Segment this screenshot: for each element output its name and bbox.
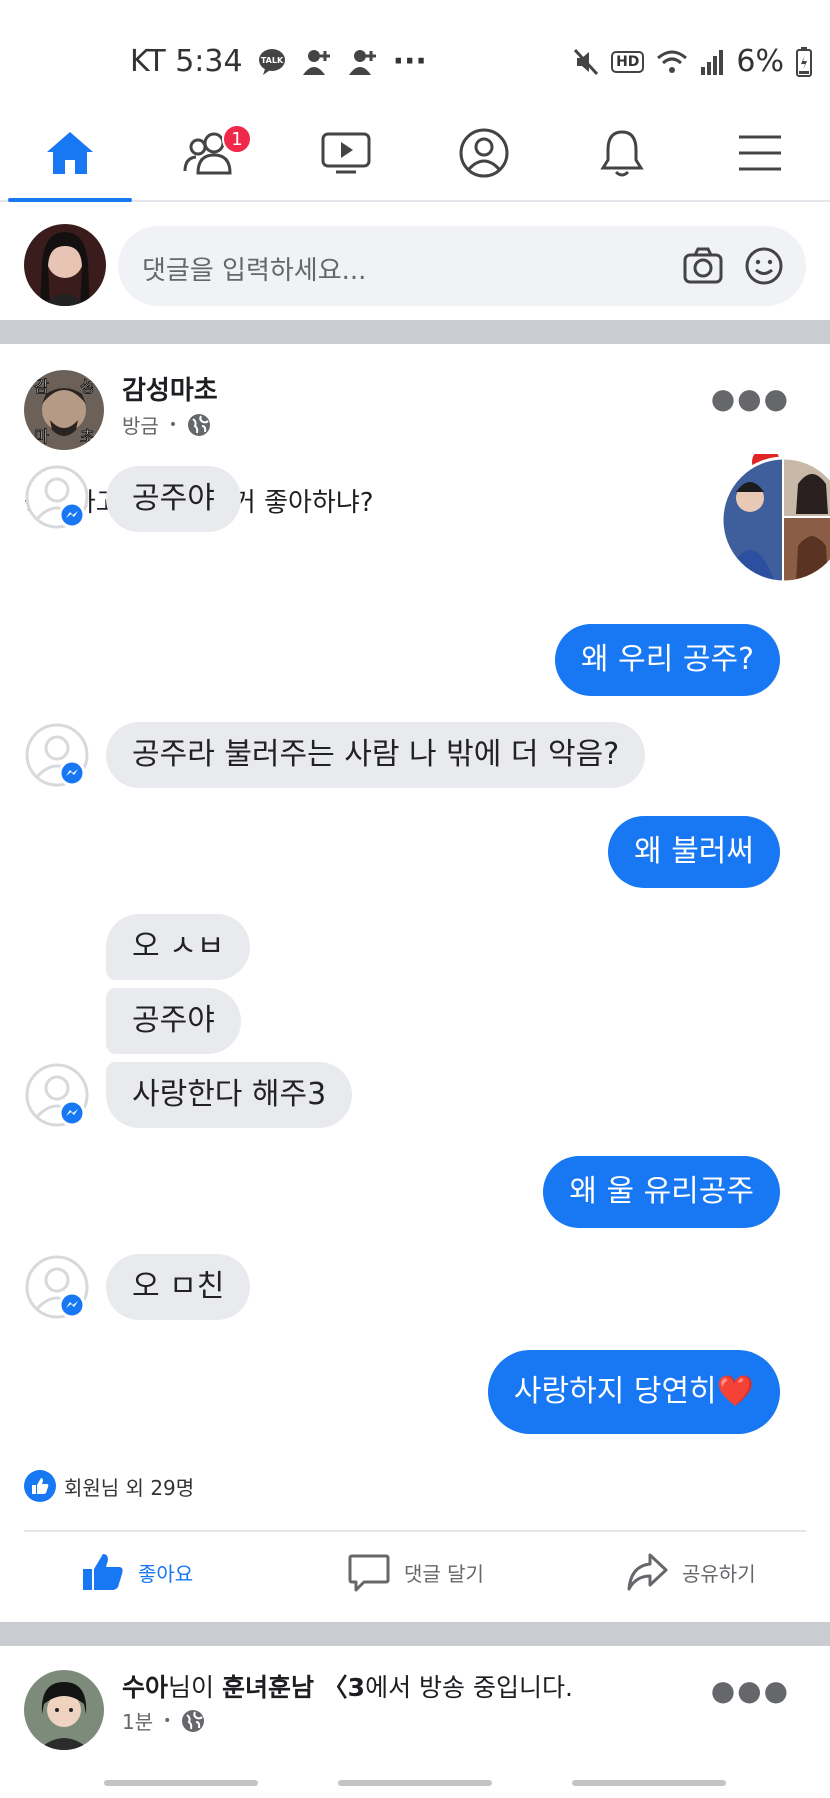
meta-separator: • [168,416,178,433]
live-user-avatar[interactable] [24,1670,104,1750]
share-label: 공유하기 [682,1561,756,1586]
live-user-name[interactable]: 수아 [122,1673,168,1702]
chat-bubble-incoming: 공주야 [106,466,241,532]
svg-text:초: 초 [80,427,95,446]
comment-button[interactable]: 댓글 달기 [348,1552,484,1592]
svg-text:TALK: TALK [260,56,283,65]
live-post-time[interactable]: 1분 [122,1706,153,1735]
chat-avatar [24,722,94,792]
like-reaction-icon [24,1470,56,1502]
svg-text:마: 마 [34,427,49,446]
live-text-part2: 에서 방송 중입니다. [365,1673,573,1702]
comment-placeholder: 댓글을 입력하세요... [142,256,367,286]
wifi-icon [657,50,688,73]
emoji-icon[interactable] [744,246,784,286]
tab-home[interactable] [10,118,130,188]
chat-avatar [24,1062,94,1132]
svg-text:성: 성 [80,377,95,396]
globe-icon [182,1709,205,1732]
share-icon [627,1553,668,1591]
like-button[interactable]: 좋아요 [82,1552,193,1592]
tab-watch[interactable] [286,118,406,188]
signal-icon [701,49,724,75]
friends-badge: 1 [222,124,252,154]
chat-bubble-outgoing: 왜 우리 공주? [555,624,780,696]
carrier-time: KT 5:34 [130,44,243,79]
feed-divider [0,1622,830,1646]
status-left: KT 5:34 TALK ··· [130,44,427,79]
tab-notifications[interactable] [562,118,682,188]
reaction-count: 회원님 외 29명 [64,1475,195,1500]
chat-bubble-incoming: 공주라 불러주는 사람 나 밖에 더 악음? [106,722,646,788]
chat-bubble-outgoing: 왜 불러써 [608,816,780,888]
chat-bubble-incoming: 공주야 [106,988,241,1054]
page-avatar[interactable]: 감 성마 초 [24,370,104,450]
bell-icon [600,130,644,177]
live-post-header: 수아님이 훈녀훈남 〈3에서 방송 중입니다. 1분 • ●●● [0,1646,830,1766]
post-author[interactable]: 감성마초 [122,370,218,407]
add-friend-icon [302,49,330,75]
system-nav-back[interactable] [572,1780,726,1786]
live-text-part1: 님이 [168,1673,222,1702]
comment-label: 댓글 달기 [404,1561,484,1586]
thumbs-up-icon [83,1554,123,1590]
chat-bubble-incoming: 오 ㅅㅂ [106,914,251,980]
live-post-more-options-icon[interactable]: ●●● [711,1674,790,1707]
mute-icon [573,48,599,75]
chat-bubble-outgoing: 사랑하지 당연히❤️ [487,1350,780,1434]
video-icon [321,132,371,174]
user-avatar[interactable] [24,224,106,306]
comment-icon [348,1554,390,1592]
battery-icon [796,46,812,77]
chat-avatar [24,1254,94,1324]
tab-menu[interactable] [700,118,820,188]
more-notifications: ··· [392,44,427,79]
photo-thumbnail-cluster[interactable] [718,448,830,584]
globe-icon [188,413,211,436]
profile-icon [459,128,509,178]
kakaotalk-icon: TALK [258,48,285,75]
tab-profile[interactable] [424,118,544,188]
reaction-summary[interactable]: 회원님 외 29명 [24,1470,194,1502]
live-page-name[interactable]: 훈녀훈남 〈3 [222,1673,365,1702]
post-meta: 방금 • [122,410,211,439]
comment-input[interactable]: 댓글을 입력하세요... [118,226,806,306]
comment-composer: 댓글을 입력하세요... [0,202,830,320]
live-post-text: 수아님이 훈녀훈남 〈3에서 방송 중입니다. [122,1668,573,1704]
battery-percent: 6% [736,44,784,79]
live-post-meta: 1분 • [122,1706,205,1735]
like-label: 좋아요 [138,1561,194,1586]
status-bar: KT 5:34 TALK ··· HD 6% [0,0,830,110]
chat-avatar [24,464,94,534]
camera-icon[interactable] [682,246,724,286]
action-separator [24,1530,806,1532]
svg-text:감: 감 [34,377,49,396]
chat-bubble-incoming: 오 ㅁ친 [106,1254,251,1320]
post-more-options-icon[interactable]: ●●● [711,382,790,415]
share-button[interactable]: 공유하기 [626,1552,756,1592]
system-nav-home[interactable] [338,1780,492,1786]
meta-separator: • [163,1712,172,1729]
feed-divider [0,320,830,344]
top-nav-bar: 1 [0,110,830,202]
status-right: HD 6% [573,44,812,79]
hd-badge: HD [611,50,645,73]
home-icon [47,132,93,174]
chat-bubble-incoming: 사랑한다 해주3 [106,1062,353,1128]
system-nav-recent[interactable] [104,1780,258,1786]
add-friend-icon-2 [348,49,376,75]
post-time[interactable]: 방금 [122,410,159,439]
post-header: 감성마초 감성마초 방금 • ●●● [0,344,830,454]
post-action-bar: 좋아요 댓글 달기 공유하기 [0,1540,830,1610]
tab-friends[interactable]: 1 [148,118,268,188]
chat-bubble-outgoing: 왜 울 유리공주 [543,1156,780,1228]
hamburger-menu-icon [739,135,781,171]
